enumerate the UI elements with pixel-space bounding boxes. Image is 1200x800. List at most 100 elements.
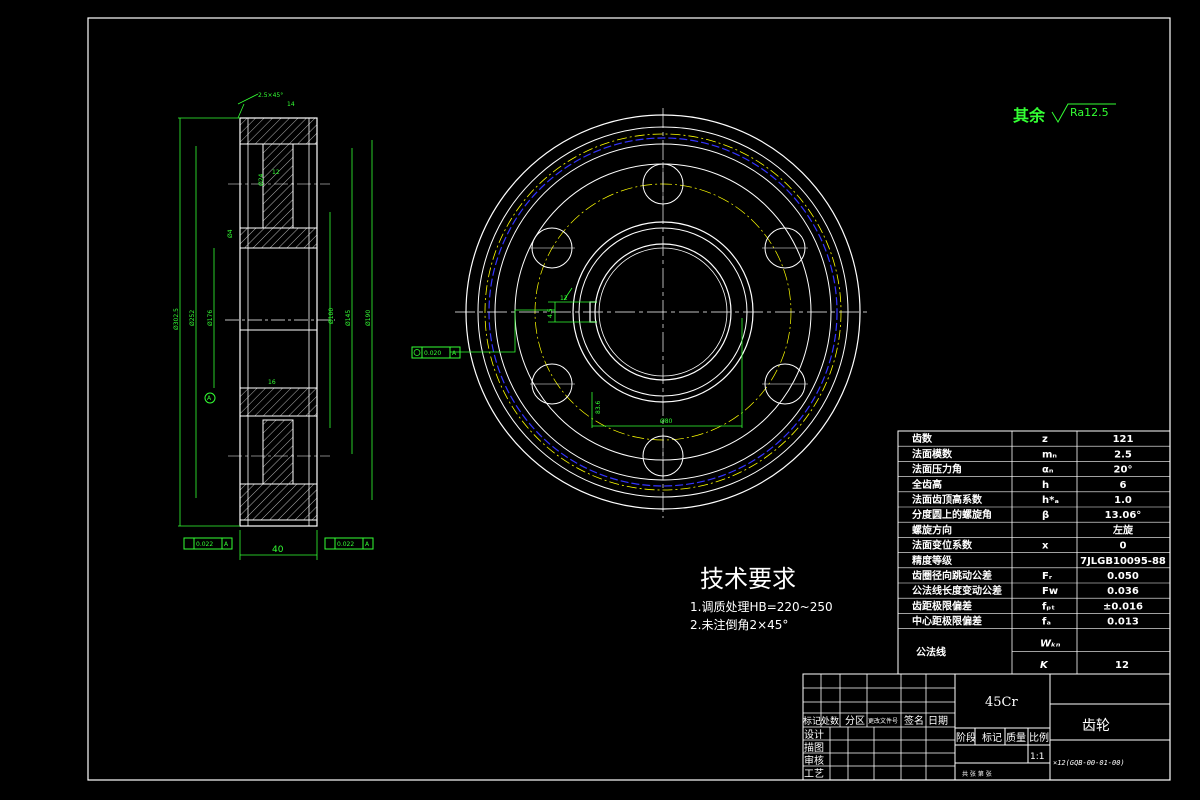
front-view: 4.5 12 83.6 Ø80 0.020 A (411, 108, 870, 518)
rev-header-2: 处数 (821, 715, 839, 727)
tech-requirement-1: 1.调质处理HB=220~250 (690, 600, 833, 614)
role-process: 工艺 (804, 768, 824, 780)
param-name: 法面模数 (912, 447, 953, 460)
drawing-sheet: 其余 Ra12.5 2.5×45° 14 Ø24 12 Ø4 Ø302.5 Ø2… (87, 17, 1171, 781)
dim-hub-d: Ø24 (258, 173, 265, 186)
param-symbol: β (1042, 510, 1049, 521)
param-value: 0.050 (1107, 571, 1139, 582)
dim-chamfer: 2.5×45° (258, 92, 283, 99)
tech-requirements-title: 技术要求 (700, 565, 796, 593)
param-value: 0.036 (1107, 586, 1139, 597)
param-value: 20° (1114, 465, 1133, 476)
param-name: 螺旋方向 (912, 523, 952, 536)
section-view: 2.5×45° 14 Ø24 12 Ø4 Ø302.5 Ø252 Ø176 Ø1… (173, 92, 374, 560)
param-symbol: mₙ (1042, 449, 1057, 460)
common-normal-k-value: 12 (1115, 660, 1129, 671)
hub-hatch-upper (239, 227, 318, 249)
dim-d6: Ø190 (365, 310, 372, 326)
param-value: 6 (1120, 480, 1127, 491)
stage-header-3: 质量 (1006, 732, 1026, 744)
role-trace: 描图 (804, 741, 824, 754)
dim-d1: Ø302.5 (173, 308, 180, 330)
dim-rib: 12 (272, 169, 280, 176)
material-label: 45Cr (985, 695, 1018, 710)
stage-header-2: 标记 (982, 732, 1002, 744)
tolerance-frame-right: 0.022 A (324, 537, 374, 550)
role-review: 审核 (804, 754, 824, 767)
tech-requirements: 技术要求 1.调质处理HB=220~250 2.未注倒角2×45° (690, 565, 833, 632)
dim-d5: Ø145 (345, 310, 352, 326)
rev-header-5: 签名 (904, 714, 924, 727)
param-value: 1.0 (1114, 495, 1132, 506)
param-value: 0 (1120, 541, 1127, 552)
dim-groove: Ø4 (227, 229, 234, 238)
dim-d3: Ø176 (207, 310, 214, 326)
surface-finish-value: Ra12.5 (1070, 106, 1109, 119)
stage-header-4: 比例 (1029, 731, 1049, 744)
param-symbol: fₐ (1042, 617, 1051, 628)
tolerance-frame-left: 0.022 A (183, 537, 233, 550)
param-name: 中心距极限偏差 (912, 615, 982, 628)
param-symbol: Fᵣ (1042, 571, 1053, 582)
param-name: 法面压力角 (912, 463, 962, 476)
hub-hatch-lower (239, 387, 318, 417)
role-design: 设计 (804, 728, 824, 741)
part-name-label: 齿轮 (1082, 718, 1110, 734)
web-hatch-upper (262, 143, 294, 229)
rev-header-1: 标记 (803, 715, 821, 727)
dim-width: 40 (272, 545, 284, 555)
param-symbol: αₙ (1042, 465, 1054, 476)
tol-front-value: 0.020 (424, 350, 441, 357)
drawing-number: ×12(GQB-00-01-00) (1053, 759, 1125, 767)
scale-label: 1:1 (1030, 752, 1044, 762)
rim-hatch-upper (239, 117, 318, 145)
dim-hub-w: 16 (268, 379, 276, 386)
param-symbol: h*ₐ (1042, 495, 1059, 506)
dim-d2: Ø252 (189, 310, 196, 326)
param-name: 全齿高 (911, 478, 942, 491)
param-name: 公法线长度变动公差 (912, 584, 1002, 597)
param-symbol: fₚₜ (1042, 601, 1055, 612)
web-hatch-lower (262, 419, 294, 485)
tolerance-frame-front: 0.020 A (411, 346, 461, 359)
sheet-label: 共 张 第 张 (962, 770, 992, 778)
dim-key-c: 83.6 (595, 400, 602, 414)
stage-header-1: 阶段 (956, 731, 976, 744)
tol-right-value: 0.022 (337, 541, 354, 548)
param-value: 左旋 (1112, 523, 1134, 536)
common-normal-label: 公法线 (916, 645, 946, 658)
surface-finish-label: 其余 (1013, 106, 1046, 125)
dim-d4: Ø100 (328, 308, 335, 324)
common-normal-k: K (1040, 660, 1049, 671)
dim-bore: Ø80 (660, 418, 673, 425)
param-name: 分度圆上的螺旋角 (912, 508, 992, 521)
param-value: 2.5 (1114, 449, 1132, 460)
param-value: 0.013 (1107, 617, 1139, 628)
rev-header-6: 日期 (928, 715, 948, 727)
tol-front-ref: A (452, 350, 457, 357)
param-value: 7JLGB10095-88 (1080, 556, 1166, 567)
param-symbol: z (1042, 434, 1048, 445)
param-value: 13.06° (1105, 510, 1142, 521)
rev-header-4: 更改文件号 (868, 717, 898, 725)
param-name: 齿距极限偏差 (912, 599, 972, 612)
dim-key-b: 12 (560, 295, 568, 302)
param-name: 精度等级 (912, 554, 953, 567)
param-symbol: Fw (1042, 586, 1058, 597)
tol-left-ref: A (224, 541, 229, 548)
common-normal-w: Wₖₙ (1040, 638, 1061, 649)
param-symbol: x (1042, 541, 1049, 552)
rev-header-3: 分区 (845, 715, 865, 727)
dim-top-width: 14 (287, 101, 295, 108)
param-name: 齿圈径向跳动公差 (912, 569, 992, 582)
datum-label: A (207, 395, 212, 402)
circular-runout-icon (413, 349, 421, 356)
param-symbol: h (1042, 480, 1049, 491)
param-name: 法面变位系数 (912, 539, 973, 552)
tech-requirement-2: 2.未注倒角2×45° (690, 617, 788, 632)
tol-left-value: 0.022 (196, 541, 213, 548)
param-value: 121 (1113, 434, 1134, 445)
params-table: 齿数 z 121 法面模数 mₙ 2.5 法面压力角 αₙ 20° 全齿高 h 6 法面齿顶高系数 h*ₐ… (897, 430, 1171, 675)
param-name: 法面齿顶高系数 (912, 493, 983, 506)
tol-right-ref: A (365, 541, 370, 548)
